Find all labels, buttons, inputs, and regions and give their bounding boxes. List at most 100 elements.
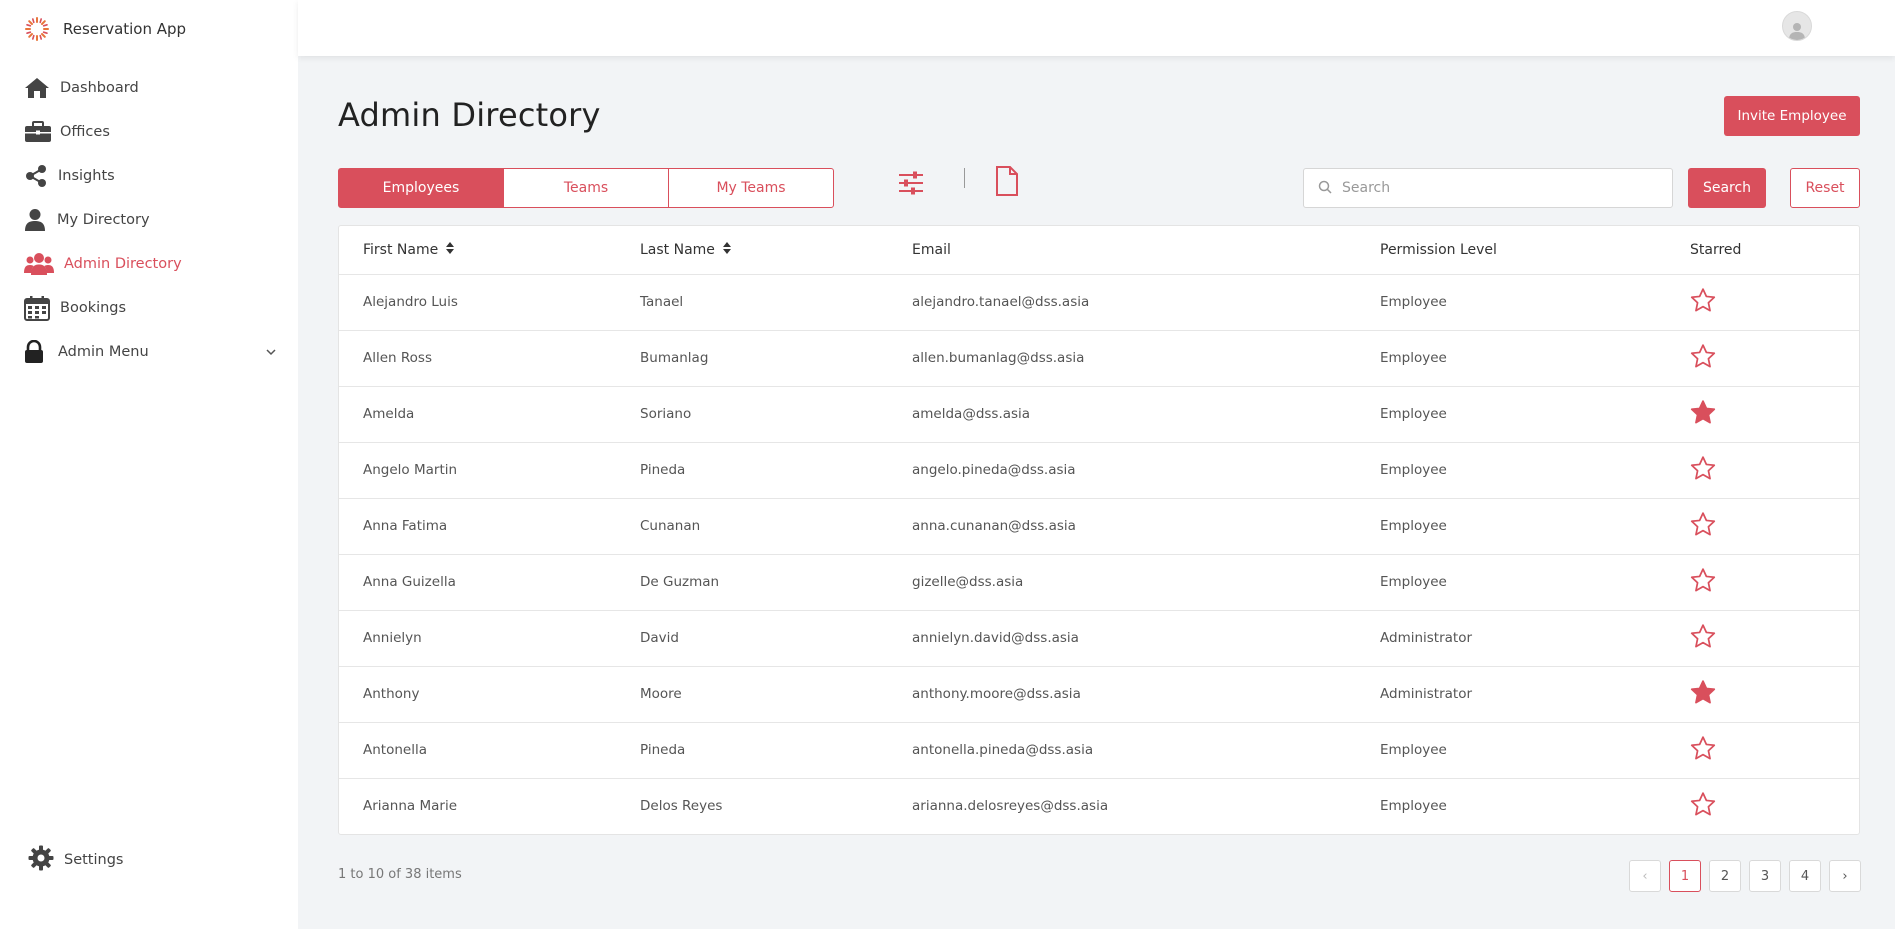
toolbar-divider [964,168,965,188]
cell-permission-level: Employee [1356,274,1666,331]
star-outline-icon[interactable] [1690,455,1716,485]
cell-permission-level: Employee [1356,554,1666,611]
search-box [1303,168,1673,208]
cell-email: alejandro.tanael@dss.asia [888,274,1356,331]
cell-first-name: Arianna Marie [363,798,458,815]
table-row[interactable]: Arianna Marie Delos Reyes arianna.delosrey… [339,778,1859,834]
cell-permission-level: Employee [1356,442,1666,499]
cell-email: anthony.moore@dss.asia [888,666,1356,723]
search-icon [1318,179,1332,198]
column-header-starred: Starred [1666,226,1859,275]
user-icon [24,206,51,234]
column-header-first-name[interactable]: First Name [339,226,616,275]
table-header-row: First Name Last Name Email Permission Le… [339,226,1859,275]
star-filled-icon[interactable] [1690,679,1716,709]
cell-email: annielyn.david@dss.asia [888,610,1356,667]
cell-permission-level: Employee [1356,330,1666,387]
pagination-page-4[interactable]: 4 [1789,860,1821,892]
table-row[interactable]: Anthony Moore anthony.moore@dss.asia Admini… [339,666,1859,723]
cell-first-name: Antonella [339,722,616,779]
cell-last-name: David [616,610,888,667]
cell-email: amelda@dss.asia [888,386,1356,443]
brand[interactable]: Reservation App [24,16,186,42]
table-row[interactable]: Angelo Martin Pineda angelo.pineda@dss.asi… [339,442,1859,499]
gear-icon [28,845,54,875]
chevron-down-icon[interactable] [266,344,276,360]
sidebar-item-label: Dashboard [60,80,139,96]
cell-first-name: Annielyn [339,610,616,667]
sort-icon[interactable] [446,241,455,258]
sidebar-item-dashboard[interactable]: Dashboard [0,66,298,110]
tab-teams[interactable]: Teams [503,168,669,208]
sidebar-item-insights[interactable]: Insights [0,154,298,198]
sidebar: Reservation App Dashboard Offices Insigh… [0,0,298,929]
table-body: Alejandro Luis Tanael alejandro.tanael@dss… [339,274,1859,834]
table-row[interactable]: Allen Ross Bumanlag allen.bumanlag@dss.asi… [339,330,1859,387]
table-row[interactable]: Alejandro Luis Tanael alejandro.tanael@dss… [339,274,1859,331]
sidebar-item-settings[interactable]: Settings [28,845,123,875]
star-outline-icon[interactable] [1690,511,1716,541]
cell-last-name: Pineda [616,442,888,499]
star-outline-icon[interactable] [1690,735,1716,765]
sidebar-item-admin-menu[interactable]: Admin Menu [0,330,298,374]
cell-last-name: Tanael [616,274,888,331]
cell-last-name: Soriano [616,386,888,443]
table-row[interactable]: Anna Guizella De Guzman gizelle@dss.asia Em… [339,554,1859,611]
cell-first-name: Anna Fatima [339,498,616,555]
pagination-next-button[interactable]: › [1829,860,1861,892]
cell-email: gizelle@dss.asia [888,554,1356,611]
sun-logo-icon [25,17,49,41]
pagination-prev-button[interactable]: ‹ [1629,860,1661,892]
star-outline-icon[interactable] [1690,567,1716,597]
sidebar-item-label: Insights [58,168,115,184]
cell-permission-level: Administrator [1356,610,1666,667]
table-row[interactable]: Anna Fatima Cunanan anna.cunanan@dss.asia E… [339,498,1859,555]
home-icon [24,74,54,102]
sidebar-item-label: Offices [60,124,110,140]
file-export-icon[interactable] [995,166,1019,200]
star-outline-icon[interactable] [1690,343,1716,373]
cell-starred [1666,274,1859,331]
tab-my-teams[interactable]: My Teams [668,168,834,208]
cell-email: arianna.delosreyes@dss.asia [912,798,1109,815]
cell-starred [1666,386,1859,443]
cell-first-name: Alejandro Luis [339,274,616,331]
sidebar-item-admin-directory[interactable]: Admin Directory [0,242,298,286]
share-nodes-icon [24,162,52,190]
cell-starred [1666,666,1859,723]
star-outline-icon[interactable] [1690,287,1716,317]
column-header-last-name[interactable]: Last Name [616,226,888,275]
table-row[interactable]: Amelda Soriano amelda@dss.asia Employee [339,386,1859,443]
sidebar-item-bookings[interactable]: Bookings [0,286,298,330]
search-button[interactable]: Search [1688,168,1766,208]
cell-first-name: Amelda [339,386,616,443]
settings-label: Settings [64,852,124,868]
reset-button[interactable]: Reset [1790,168,1860,208]
cell-last-name: Pineda [616,722,888,779]
pagination-page-3[interactable]: 3 [1749,860,1781,892]
filter-sliders-icon[interactable] [898,170,924,200]
sort-icon[interactable] [722,241,731,258]
tab-employees[interactable]: Employees [338,168,504,208]
table-row[interactable]: Antonella Pineda antonella.pineda@dss.asia… [339,722,1859,779]
cell-email: allen.bumanlag@dss.asia [888,330,1356,387]
user-avatar-icon[interactable] [1782,11,1812,41]
invite-employee-button[interactable]: Invite Employee [1724,96,1860,136]
sidebar-item-label: Admin Directory [64,256,182,272]
search-input[interactable] [1342,180,1662,196]
sidebar-item-offices[interactable]: Offices [0,110,298,154]
star-outline-icon[interactable] [1690,791,1716,821]
table-row[interactable]: Annielyn David annielyn.david@dss.asia Admi… [339,610,1859,667]
cell-starred [1666,722,1859,779]
star-filled-icon[interactable] [1690,399,1716,429]
sidebar-item-label: Admin Menu [58,344,149,360]
sidebar-item-my-directory[interactable]: My Directory [0,198,298,242]
cell-email: anna.cunanan@dss.asia [888,498,1356,555]
app-name: Reservation App [63,20,187,38]
pagination-page-2[interactable]: 2 [1709,860,1741,892]
cell-first-name: Angelo Martin [339,442,616,499]
pagination-page-1[interactable]: 1 [1669,860,1701,892]
directory-tabs: Employees Teams My Teams [338,168,834,208]
cell-permission-level: Employee [1356,498,1666,555]
star-outline-icon[interactable] [1690,623,1716,653]
